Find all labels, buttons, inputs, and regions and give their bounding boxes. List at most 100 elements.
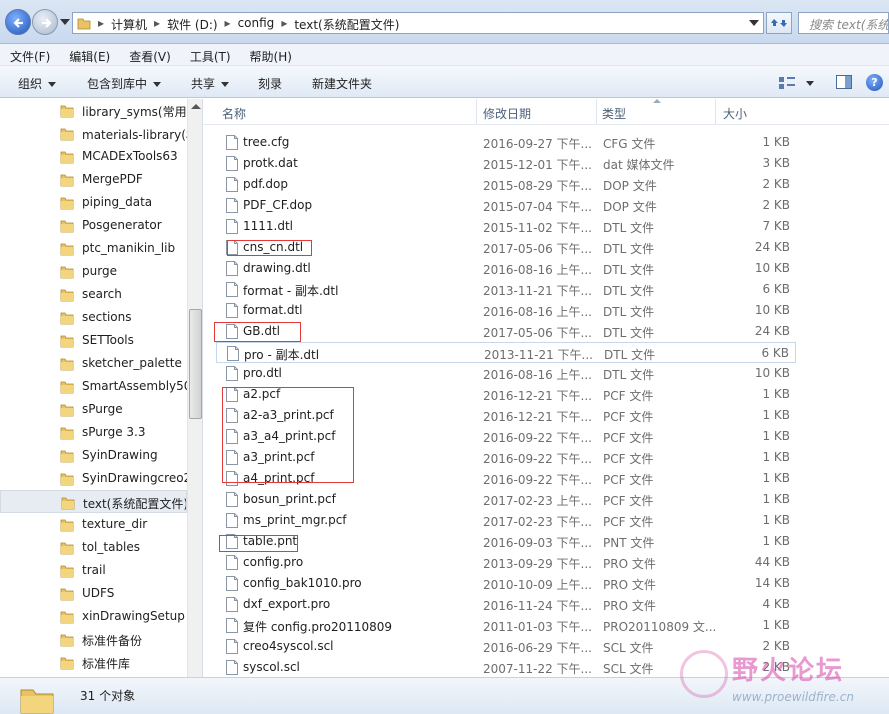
menu-edit[interactable]: 编辑(E) — [59, 44, 119, 65]
forward-button[interactable] — [32, 9, 58, 35]
scroll-thumb[interactable] — [189, 309, 202, 419]
nav-folder-item[interactable]: 标准件备份 — [0, 628, 187, 651]
file-date: 2016-11-24 下午... — [483, 599, 592, 613]
nav-folder-item[interactable]: sections — [0, 306, 187, 329]
breadcrumb-config[interactable]: config — [234, 16, 279, 33]
column-divider[interactable] — [596, 99, 597, 125]
file-row[interactable]: pro.dtl 2016-08-16 上午... DTL 文件 10 KB — [216, 363, 796, 384]
file-row[interactable]: 复件 config.pro20110809 2011-01-03 下午... PRO… — [216, 615, 796, 636]
column-name[interactable]: 名称 — [222, 105, 246, 122]
nav-folder-item[interactable]: SyinDrawingcreo2 — [0, 467, 187, 490]
file-type: DTL 文件 — [604, 348, 656, 362]
file-row[interactable]: PDF_CF.dop 2015-07-04 下午... DOP 文件 2 KB — [216, 195, 796, 216]
scroll-up-icon[interactable] — [191, 104, 201, 109]
nav-folder-label: materials-library(材 — [82, 128, 187, 142]
file-size: 1 KB — [762, 450, 790, 464]
nav-folder-item[interactable]: SyinDrawing — [0, 444, 187, 467]
file-row[interactable]: pro - 副本.dtl 2013-11-21 下午... DTL 文件 6 KB — [216, 342, 796, 363]
file-name: pro.dtl — [243, 366, 282, 380]
file-row[interactable]: table.pnt 2016-09-03 下午... PNT 文件 1 KB — [216, 531, 796, 552]
file-row[interactable]: config_bak1010.pro 2010-10-09 上午... PRO 文件… — [216, 573, 796, 594]
file-icon — [226, 576, 238, 591]
column-size[interactable]: 大小 — [723, 105, 747, 122]
nav-folder-item[interactable]: trail — [0, 559, 187, 582]
menu-view[interactable]: 查看(V) — [119, 44, 180, 65]
nav-folder-item[interactable]: tol_tables — [0, 536, 187, 559]
nav-folder-item[interactable]: 标准件库 — [0, 651, 187, 674]
menu-help[interactable]: 帮助(H) — [240, 44, 301, 65]
organize-button[interactable]: 组织 — [18, 75, 57, 92]
nav-folder-item[interactable]: purge — [0, 260, 187, 283]
nav-folder-item[interactable]: SmartAssembly50 — [0, 375, 187, 398]
folder-icon — [60, 196, 74, 213]
nav-folder-item[interactable]: sketcher_palette — [0, 352, 187, 375]
file-row[interactable]: bosun_print.pcf 2017-02-23 上午... PCF 文件 1 K… — [216, 489, 796, 510]
nav-folder-item[interactable]: search — [0, 283, 187, 306]
file-row[interactable]: ms_print_mgr.pcf 2017-02-23 下午... PCF 文件 1 … — [216, 510, 796, 531]
nav-folder-item[interactable]: xinDrawingSetup — [0, 605, 187, 628]
burn-button[interactable]: 刻录 — [258, 75, 282, 92]
file-row[interactable]: GB.dtl 2017-05-06 下午... DTL 文件 24 KB — [216, 321, 796, 342]
nav-folder-item[interactable]: UDFS — [0, 582, 187, 605]
file-row[interactable]: tree.cfg 2016-09-27 下午... CFG 文件 1 KB — [216, 132, 796, 153]
share-button[interactable]: 共享 — [191, 75, 230, 92]
breadcrumb-drive[interactable]: 软件 (D:) — [163, 16, 221, 33]
file-row[interactable]: creo4syscol.scl 2016-06-29 下午... SCL 文件 2 K… — [216, 636, 796, 657]
nav-folder-label: SmartAssembly50 — [82, 379, 187, 393]
file-date: 2011-01-03 下午... — [483, 620, 592, 634]
nav-folder-item[interactable]: ptc_manikin_lib — [0, 237, 187, 260]
file-row[interactable]: 1111.dtl 2015-11-02 下午... DTL 文件 7 KB — [216, 216, 796, 237]
nav-folder-item[interactable]: piping_data — [0, 191, 187, 214]
column-type[interactable]: 类型 — [602, 105, 626, 122]
file-row[interactable]: protk.dat 2015-12-01 下午... dat 媒体文件 3 KB — [216, 153, 796, 174]
nav-folder-item[interactable]: Posgenerator — [0, 214, 187, 237]
nav-folder-item[interactable]: texture_dir — [0, 513, 187, 536]
file-row[interactable]: config.pro 2013-09-29 下午... PRO 文件 44 KB — [216, 552, 796, 573]
preview-pane-icon[interactable] — [836, 75, 852, 89]
breadcrumb-text[interactable]: text(系统配置文件) — [290, 16, 403, 33]
nav-folder-item[interactable]: sPurge 3.3 — [0, 421, 187, 444]
file-row[interactable]: format.dtl 2016-08-16 上午... DTL 文件 10 KB — [216, 300, 796, 321]
nav-folder-item[interactable]: text(系统配置文件) — [0, 490, 187, 513]
file-row[interactable]: drawing.dtl 2016-08-16 上午... DTL 文件 10 KB — [216, 258, 796, 279]
file-icon — [226, 261, 238, 276]
file-row[interactable]: syscol.scl 2007-11-22 下午... SCL 文件 2 KB — [216, 657, 796, 677]
address-box[interactable]: ▸ 计算机 ▸ 软件 (D:) ▸ config ▸ text(系统配置文件) — [72, 12, 764, 34]
menu-tools[interactable]: 工具(T) — [180, 44, 240, 65]
back-button[interactable] — [5, 9, 31, 35]
column-date[interactable]: 修改日期 — [483, 105, 531, 122]
nav-folder-item[interactable]: sPurge — [0, 398, 187, 421]
recent-pages-dropdown-icon[interactable] — [60, 18, 70, 26]
breadcrumb-separator-icon[interactable]: ▸ — [278, 16, 290, 33]
file-row[interactable]: dxf_export.pro 2016-11-24 下午... PRO 文件 4 KB — [216, 594, 796, 615]
nav-folder-item[interactable]: library_syms(常用符 — [0, 99, 187, 122]
new-folder-button[interactable]: 新建文件夹 — [312, 75, 372, 92]
nav-folder-label: piping_data — [82, 195, 153, 209]
file-name: config_bak1010.pro — [243, 576, 362, 590]
refresh-button[interactable] — [766, 12, 792, 34]
breadcrumb-separator-icon[interactable]: ▸ — [222, 16, 234, 33]
nav-folder-label: xinDrawingSetup — [82, 609, 185, 623]
view-options-icon[interactable] — [778, 76, 796, 90]
file-size: 24 KB — [754, 324, 790, 338]
nav-scrollbar[interactable] — [187, 99, 202, 677]
search-input[interactable]: 搜索 text(系统... — [798, 12, 889, 34]
address-dropdown-icon[interactable] — [749, 20, 759, 27]
column-divider[interactable] — [715, 99, 716, 125]
breadcrumb-separator-icon[interactable]: ▸ — [95, 16, 107, 33]
file-row[interactable]: pdf.dop 2015-08-29 下午... DOP 文件 2 KB — [216, 174, 796, 195]
help-icon[interactable]: ? — [866, 74, 883, 91]
breadcrumb-separator-icon[interactable]: ▸ — [151, 16, 163, 33]
breadcrumb-computer[interactable]: 计算机 — [107, 16, 151, 33]
menu-file[interactable]: 文件(F) — [0, 44, 59, 65]
nav-folder-item[interactable]: MergePDF — [0, 168, 187, 191]
file-icon — [226, 597, 238, 612]
nav-folder-item[interactable]: materials-library(材 — [0, 122, 187, 145]
include-library-button[interactable]: 包含到库中 — [87, 75, 162, 92]
nav-folder-item[interactable]: MCADExTools63 — [0, 145, 187, 168]
file-row[interactable]: format - 副本.dtl 2013-11-21 下午... DTL 文件 6 K… — [216, 279, 796, 300]
nav-folder-label: 标准件库 — [82, 657, 131, 671]
column-divider[interactable] — [476, 99, 477, 125]
nav-folder-item[interactable]: SETTools — [0, 329, 187, 352]
view-dropdown-icon[interactable] — [806, 81, 814, 86]
